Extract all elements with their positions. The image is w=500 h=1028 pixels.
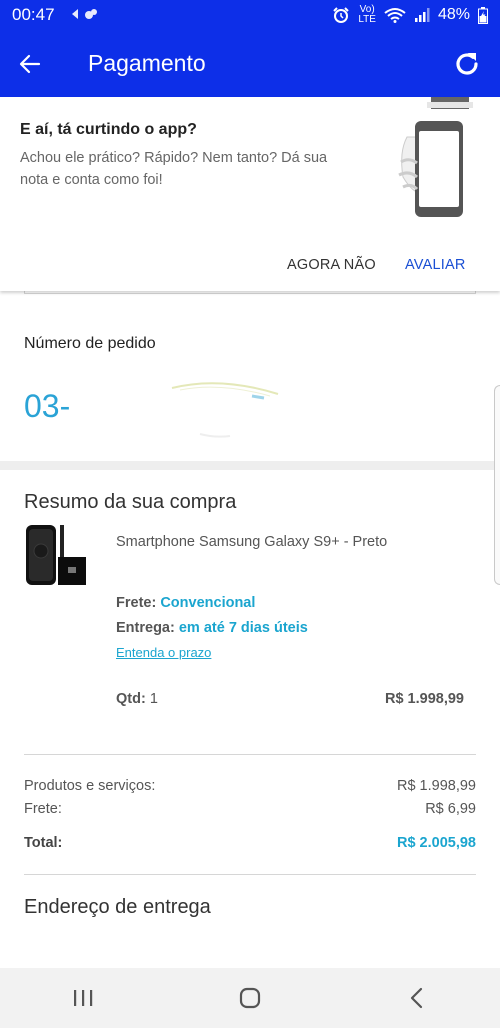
order-number-value: 03- [24, 388, 71, 424]
back-button[interactable] [0, 30, 60, 97]
shipping-cost-value: R$ 6,99 [425, 801, 476, 817]
wifi-icon [384, 8, 406, 23]
status-bar: 00:47 Vo) LTE 48% [0, 0, 500, 30]
alarm-icon [333, 7, 350, 23]
address-title: Endereço de entrega [24, 896, 211, 918]
shipping-cost-label: Frete: [24, 801, 62, 817]
battery-icon [478, 6, 488, 24]
item-price: R$ 1.998,99 [384, 691, 464, 707]
phone-in-hand-icon [398, 97, 473, 217]
understand-term-link[interactable]: Entenda o prazo [116, 645, 211, 660]
signal-icon [414, 8, 430, 22]
scroll-handle[interactable] [494, 385, 500, 585]
network-type: Vo) LTE [358, 5, 376, 25]
status-time: 00:47 [12, 5, 55, 24]
summary-title: Resumo da sua compra [24, 491, 237, 513]
loading-spinner-icon [171, 382, 279, 438]
refresh-button[interactable] [434, 30, 500, 97]
rating-prompt-card: E aí, tá curtindo o app? Achou ele práti… [0, 97, 500, 291]
network-lte: LTE [358, 14, 376, 25]
battery-percent: 48% [437, 6, 470, 23]
quantity-label: Qtd: [116, 691, 146, 707]
system-nav-bar [0, 968, 500, 1028]
delivery-value: em até 7 dias úteis [178, 620, 308, 636]
arrow-left-icon [19, 54, 41, 73]
home-button[interactable] [215, 968, 285, 1028]
recents-button[interactable] [48, 968, 118, 1028]
total-label: Total: [24, 835, 63, 851]
divider-line [24, 874, 476, 875]
back-icon [410, 987, 422, 1009]
quantity: Qtd: 1 [116, 691, 158, 707]
recents-icon [74, 990, 93, 1006]
shipping-value: Convencional [160, 595, 256, 611]
home-icon [239, 987, 261, 1009]
delivery-label: Entrega: [116, 620, 175, 636]
notification-icons [69, 7, 99, 24]
rating-prompt-text: Achou ele prático? Rápido? Nem tanto? Dá… [20, 150, 328, 188]
system-back-button[interactable] [382, 968, 452, 1028]
delivery-estimate: Entrega: em até 7 dias úteis [116, 620, 308, 636]
quantity-value: 1 [149, 691, 158, 707]
notification-icon [71, 8, 97, 19]
shipping-label: Frete: [116, 595, 157, 611]
app-bar: Pagamento [0, 30, 500, 97]
products-services-value: R$ 1.998,99 [396, 778, 476, 794]
refresh-icon [456, 52, 478, 75]
products-services-label: Produtos e serviços: [24, 778, 156, 794]
divider-line [24, 754, 476, 755]
page-title: Pagamento [88, 50, 206, 76]
rate-button[interactable]: AVALIAR [405, 257, 466, 273]
product-name: Smartphone Samsung Galaxy S9+ - Preto [116, 534, 388, 550]
total-value: R$ 2.005,98 [396, 835, 476, 851]
shipping-method: Frete: Convencional [116, 595, 255, 611]
rating-prompt-title: E aí, tá curtindo o app? [20, 121, 197, 138]
not-now-button[interactable]: AGORA NÃO [287, 257, 376, 273]
section-divider [0, 461, 500, 470]
product-image [26, 525, 86, 585]
order-number-label: Número de pedido [24, 335, 156, 352]
